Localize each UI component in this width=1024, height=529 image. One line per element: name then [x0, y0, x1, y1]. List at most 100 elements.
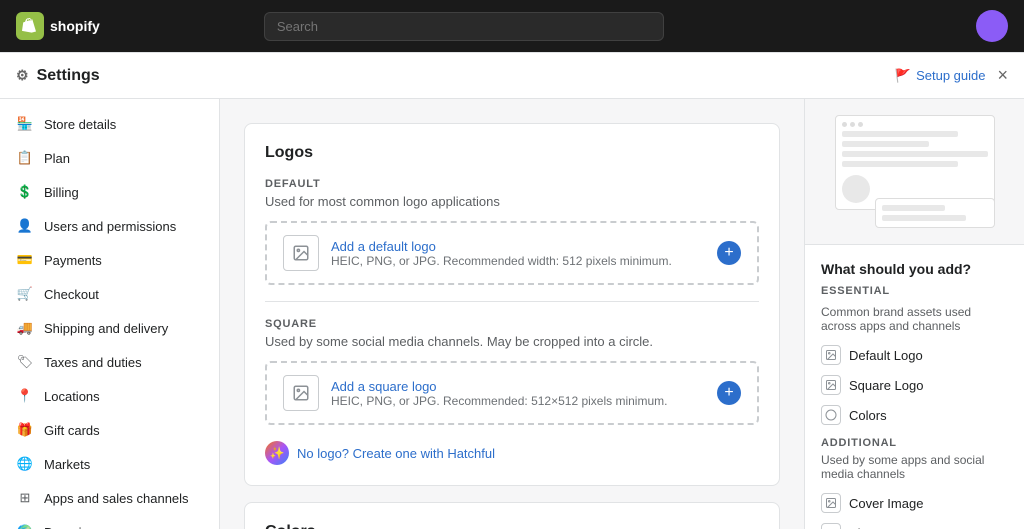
default-logo-label: DEFAULT [265, 178, 759, 190]
right-panel: What should you add? ESSENTIAL Common br… [804, 99, 1024, 529]
sidebar-label-checkout: Checkout [44, 287, 99, 302]
sidebar-item-gift-cards[interactable]: 🎁 Gift cards [0, 413, 219, 447]
preview-lines [842, 131, 988, 203]
sidebar-label-plan: Plan [44, 151, 70, 166]
shopify-logo-text: shopify [50, 18, 100, 34]
sidebar-label-users: Users and permissions [44, 219, 176, 234]
sidebar-label-payments: Payments [44, 253, 102, 268]
default-logo-upload-text: Add a default logo HEIC, PNG, or JPG. Re… [331, 239, 705, 268]
square-logo-add-label: Add a square logo [331, 379, 705, 394]
sidebar-label-locations: Locations [44, 389, 100, 404]
setup-guide-button[interactable]: 🚩 Setup guide [895, 68, 986, 84]
taxes-icon: 🏷 [16, 353, 34, 371]
shopify-logo-icon [16, 12, 44, 40]
preview-small-line-2 [882, 215, 967, 221]
essential-label: ESSENTIAL [821, 285, 1008, 297]
header-actions: 🚩 Setup guide × [895, 65, 1008, 86]
sidebar-item-locations[interactable]: 📍 Locations [0, 379, 219, 413]
default-logo-upload[interactable]: Add a default logo HEIC, PNG, or JPG. Re… [265, 221, 759, 285]
store-icon: 🏪 [16, 115, 34, 133]
panel-preview [805, 99, 1024, 245]
sidebar-item-payments[interactable]: 💳 Payments [0, 243, 219, 277]
checklist-item-cover-image[interactable]: Cover Image [821, 493, 1008, 513]
billing-icon: 💲 [16, 183, 34, 201]
checklist-item-colors[interactable]: Colors [821, 405, 1008, 425]
essential-desc: Common brand assets used across apps and… [821, 305, 1008, 333]
square-logo-check-label: Square Logo [849, 378, 923, 393]
preview-small [875, 198, 995, 228]
colors-check-icon [821, 405, 841, 425]
additional-label: ADDITIONAL [821, 437, 1008, 449]
markets-icon: 🌐 [16, 455, 34, 473]
checklist-item-slogan[interactable]: Slogan [821, 523, 1008, 529]
logos-section: Logos DEFAULT Used for most common logo … [244, 123, 780, 486]
sidebar-item-apps-sales-channels[interactable]: ⊞ Apps and sales channels [0, 481, 219, 515]
sidebar-item-plan[interactable]: 📋 Plan [0, 141, 219, 175]
close-button[interactable]: × [997, 65, 1008, 86]
apps-icon: ⊞ [16, 489, 34, 507]
preview-browser-bar [842, 122, 988, 127]
square-logo-check-icon [821, 375, 841, 395]
sidebar-item-checkout[interactable]: 🛒 Checkout [0, 277, 219, 311]
sidebar-label-shipping: Shipping and delivery [44, 321, 168, 336]
slogan-check-icon [821, 523, 841, 529]
main-content: Logos DEFAULT Used for most common logo … [220, 99, 804, 529]
square-logo-upload[interactable]: Add a square logo HEIC, PNG, or JPG. Rec… [265, 361, 759, 425]
sidebar-label-billing: Billing [44, 185, 79, 200]
default-logo-add-label: Add a default logo [331, 239, 705, 254]
shopify-icon [22, 18, 38, 34]
square-logo-add-button[interactable]: + [717, 381, 741, 405]
settings-title-text: Settings [37, 67, 100, 85]
sidebar-label-store-details: Store details [44, 117, 116, 132]
shopify-logo: shopify [16, 12, 100, 40]
logos-title: Logos [265, 144, 759, 162]
square-logo-desc: Used by some social media channels. May … [265, 334, 759, 349]
settings-title: ⚙ Settings [16, 67, 100, 85]
domains-icon: 🌍 [16, 523, 34, 529]
sidebar-label-domains: Domains [44, 525, 95, 529]
preview-line-4 [842, 161, 959, 167]
shipping-icon: 🚚 [16, 319, 34, 337]
hatchful-link-text: No logo? Create one with Hatchful [297, 446, 495, 461]
colors-check-label: Colors [849, 408, 887, 423]
sidebar-label-gift-cards: Gift cards [44, 423, 100, 438]
additional-desc: Used by some apps and social media chann… [821, 453, 1008, 481]
default-logo-add-button[interactable]: + [717, 241, 741, 265]
preview-line-2 [842, 141, 930, 147]
app-bar-right [976, 10, 1008, 42]
sidebar-item-billing[interactable]: 💲 Billing [0, 175, 219, 209]
sidebar-label-apps: Apps and sales channels [44, 491, 189, 506]
sidebar-item-taxes-duties[interactable]: 🏷 Taxes and duties [0, 345, 219, 379]
preview-line-1 [842, 131, 959, 137]
image-placeholder-icon [283, 235, 319, 271]
users-icon: 👤 [16, 217, 34, 235]
cover-image-check-label: Cover Image [849, 496, 923, 511]
default-logo-add-sub: HEIC, PNG, or JPG. Recommended width: 51… [331, 254, 705, 268]
gift-icon: 🎁 [16, 421, 34, 439]
sidebar-item-store-details[interactable]: 🏪 Store details [0, 107, 219, 141]
search-input[interactable] [264, 12, 664, 41]
settings-window: ⚙ Settings 🚩 Setup guide × 🏪 Store detai… [0, 52, 1024, 529]
sidebar-item-shipping-delivery[interactable]: 🚚 Shipping and delivery [0, 311, 219, 345]
payments-icon: 💳 [16, 251, 34, 269]
logos-divider [265, 301, 759, 302]
checklist-item-default-logo[interactable]: Default Logo [821, 345, 1008, 365]
checklist-item-square-logo[interactable]: Square Logo [821, 375, 1008, 395]
panel-content: What should you add? ESSENTIAL Common br… [805, 245, 1024, 529]
colors-title: Colors [265, 523, 759, 529]
sidebar-item-users-permissions[interactable]: 👤 Users and permissions [0, 209, 219, 243]
sidebar-item-domains[interactable]: 🌍 Domains [0, 515, 219, 529]
default-logo-check-label: Default Logo [849, 348, 923, 363]
sidebar-label-markets: Markets [44, 457, 90, 472]
app-bar: shopify [0, 0, 1024, 52]
square-logo-label: SQUARE [265, 318, 759, 330]
hatchful-icon: ✨ [265, 441, 289, 465]
setup-guide-label: Setup guide [916, 68, 985, 83]
preview-browser [835, 115, 995, 210]
square-logo-add-sub: HEIC, PNG, or JPG. Recommended: 512×512 … [331, 394, 705, 408]
avatar [976, 10, 1008, 42]
search-bar[interactable] [264, 12, 664, 41]
colors-section: Colors PRIMARY The brand colors that app… [244, 502, 780, 529]
sidebar-item-markets[interactable]: 🌐 Markets [0, 447, 219, 481]
hatchful-link[interactable]: ✨ No logo? Create one with Hatchful [265, 441, 759, 465]
